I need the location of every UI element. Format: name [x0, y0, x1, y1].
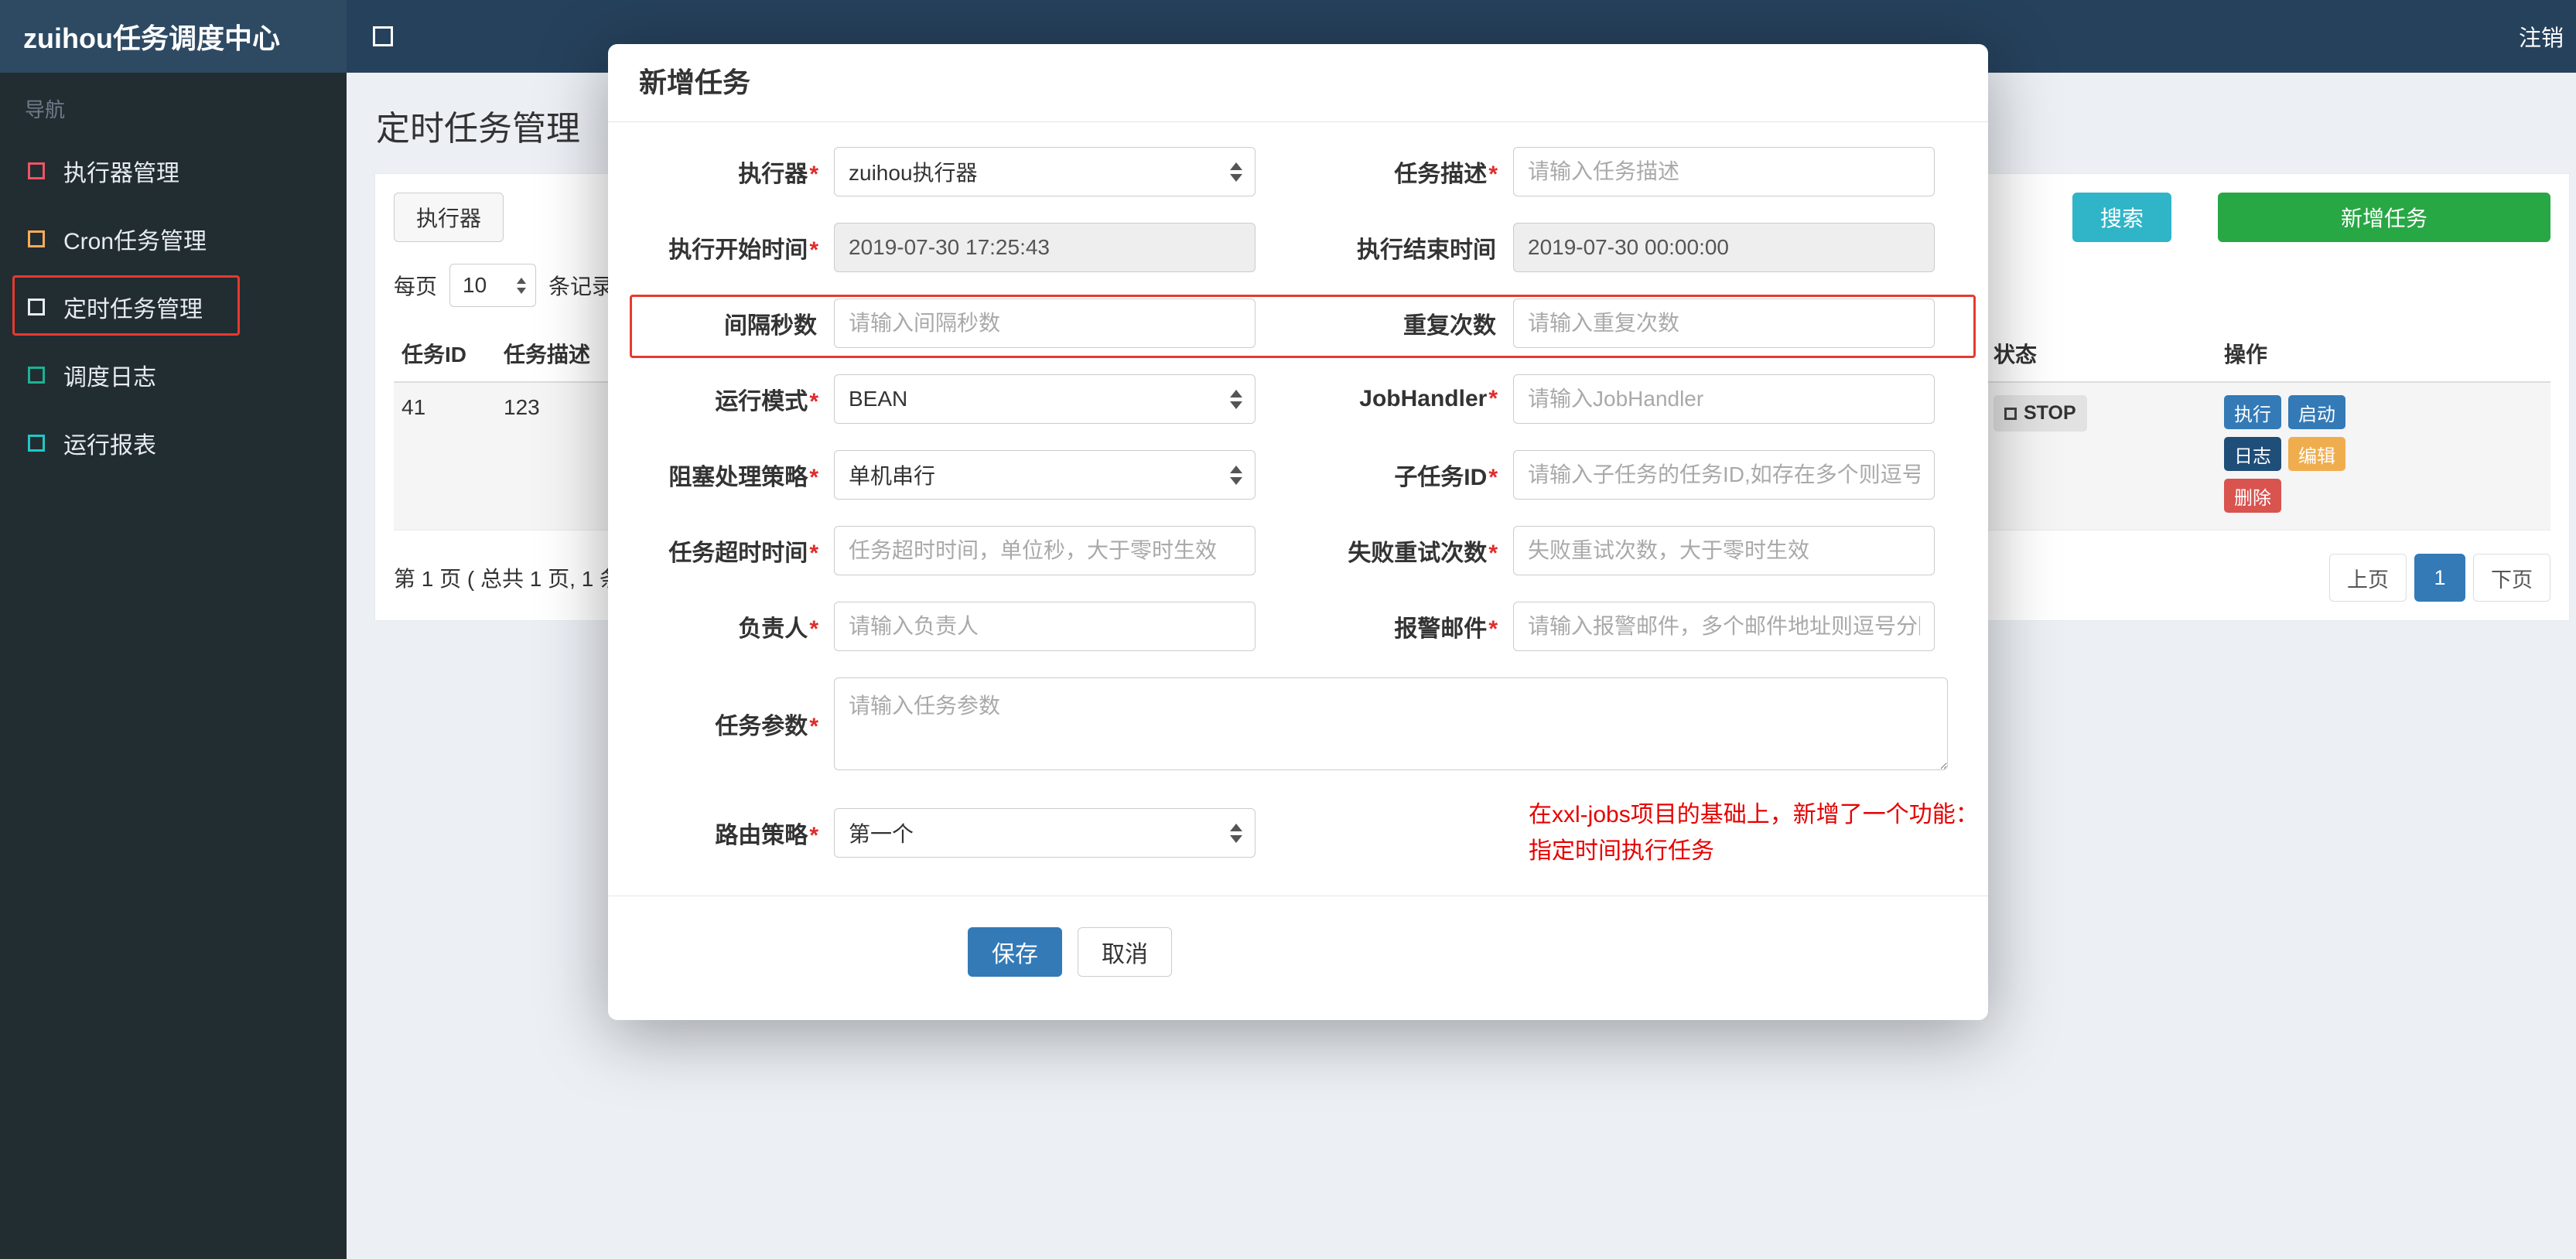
alarm-email-input[interactable]	[1513, 602, 1935, 651]
select-caret-icon	[517, 277, 527, 294]
end-time-label: 执行结束时间	[1357, 237, 1496, 263]
stop-icon	[2004, 407, 2017, 420]
execute-button[interactable]: 执行	[2224, 395, 2281, 429]
cancel-button[interactable]: 取消	[1078, 927, 1172, 977]
owner-label: 负责人*	[738, 616, 818, 642]
route-strategy-label: 路由策略*	[715, 823, 818, 848]
header-task-id[interactable]: 任务ID	[394, 329, 496, 381]
jobhandler-label: JobHandler*	[1359, 386, 1498, 411]
alarm-email-label: 报警邮件*	[1394, 616, 1498, 642]
per-page-suffix: 条记录	[548, 275, 614, 299]
status-badge: STOP	[1993, 395, 2087, 432]
per-page-prefix: 每页	[394, 275, 438, 299]
executor-label: 执行器*	[738, 162, 818, 187]
block-strategy-select[interactable]: 单机串行	[834, 450, 1256, 500]
block-strategy-label: 阻塞处理策略*	[668, 465, 818, 490]
sidebar-item-executor-mgmt[interactable]: 执行器管理	[0, 137, 347, 205]
timeout-input[interactable]	[834, 526, 1256, 575]
job-param-textarea[interactable]	[834, 677, 1948, 770]
add-task-modal: 新增任务 执行器* zuihou执行器 任务描述* 执行开始时间* 执行结束时间…	[608, 44, 1988, 1020]
next-page-button[interactable]: 下页	[2473, 554, 2550, 602]
executor-icon	[28, 162, 45, 179]
run-mode-select[interactable]: BEAN	[834, 374, 1256, 424]
edit-button[interactable]: 编辑	[2288, 437, 2345, 471]
modal-title: 新增任务	[639, 67, 751, 98]
sidebar-item-run-report[interactable]: 运行报表	[0, 409, 347, 477]
save-button[interactable]: 保存	[968, 927, 1062, 977]
route-strategy-select[interactable]: 第一个	[834, 808, 1256, 858]
child-job-label: 子任务ID*	[1394, 465, 1498, 490]
start-button[interactable]: 启动	[2288, 395, 2345, 429]
run-mode-label: 运行模式*	[715, 389, 818, 415]
retry-count-input[interactable]	[1513, 526, 1935, 575]
run-report-icon	[28, 435, 45, 452]
sidebar: 导航 执行器管理 Cron任务管理 定时任务管理 调度日志 运行报表	[0, 73, 347, 1259]
interval-label: 间隔秒数	[724, 313, 817, 339]
repeat-count-label: 重复次数	[1403, 313, 1496, 339]
sidebar-item-cron-mgmt[interactable]: Cron任务管理	[0, 205, 347, 273]
feature-note: 在xxl-jobs项目的基础上，新增了一个功能： 指定时间执行任务	[1529, 802, 1979, 864]
header-status: 状态	[1993, 343, 2038, 367]
per-page-select[interactable]: 10	[449, 264, 537, 307]
jobhandler-input[interactable]	[1513, 374, 1935, 424]
app-brand: zuihou任务调度中心	[0, 0, 347, 73]
child-job-input[interactable]	[1513, 450, 1935, 500]
log-button[interactable]: 日志	[2224, 437, 2281, 471]
retry-count-label: 失败重试次数*	[1348, 541, 1498, 566]
sidebar-collapse-icon[interactable]	[373, 26, 393, 46]
task-desc-label: 任务描述*	[1394, 162, 1498, 187]
header-actions: 操作	[2224, 343, 2268, 367]
modal-footer: 保存 取消	[608, 896, 1988, 1020]
add-task-button[interactable]: 新增任务	[2218, 193, 2550, 242]
select-caret-icon	[1230, 162, 1242, 182]
timeout-label: 任务超时时间*	[668, 541, 818, 566]
search-button[interactable]: 搜索	[2072, 193, 2171, 242]
sidebar-item-dispatch-log[interactable]: 调度日志	[0, 341, 347, 409]
start-time-label: 执行开始时间*	[668, 237, 818, 263]
sidebar-item-timed-task-mgmt[interactable]: 定时任务管理	[0, 273, 347, 341]
job-param-label: 任务参数*	[715, 714, 818, 739]
sidebar-nav-label: 导航	[25, 98, 66, 121]
task-desc-input[interactable]	[1513, 147, 1935, 196]
modal-body: 执行器* zuihou执行器 任务描述* 执行开始时间* 执行结束时间 间隔秒数…	[608, 122, 1988, 869]
executor-filter-chip[interactable]: 执行器	[394, 193, 504, 242]
row-actions: 执行 启动 日志 编辑 删除	[2216, 383, 2394, 530]
timed-task-icon	[28, 299, 45, 316]
page-1-button[interactable]: 1	[2414, 554, 2465, 602]
dispatch-log-icon	[28, 367, 45, 384]
interval-input[interactable]	[834, 299, 1256, 348]
end-time-input[interactable]	[1513, 223, 1935, 272]
delete-button[interactable]: 删除	[2224, 479, 2281, 513]
logout-link[interactable]: 注销	[2519, 20, 2564, 53]
repeat-count-input[interactable]	[1513, 299, 1935, 348]
select-caret-icon	[1230, 465, 1242, 485]
start-time-input[interactable]	[834, 223, 1256, 272]
select-caret-icon	[1230, 823, 1242, 843]
executor-select[interactable]: zuihou执行器	[834, 147, 1256, 196]
select-caret-icon	[1230, 389, 1242, 409]
cell-task-id: 41	[401, 395, 426, 419]
modal-header: 新增任务	[608, 44, 1988, 122]
cron-icon	[28, 230, 45, 247]
owner-input[interactable]	[834, 602, 1256, 651]
prev-page-button[interactable]: 上页	[2329, 554, 2407, 602]
